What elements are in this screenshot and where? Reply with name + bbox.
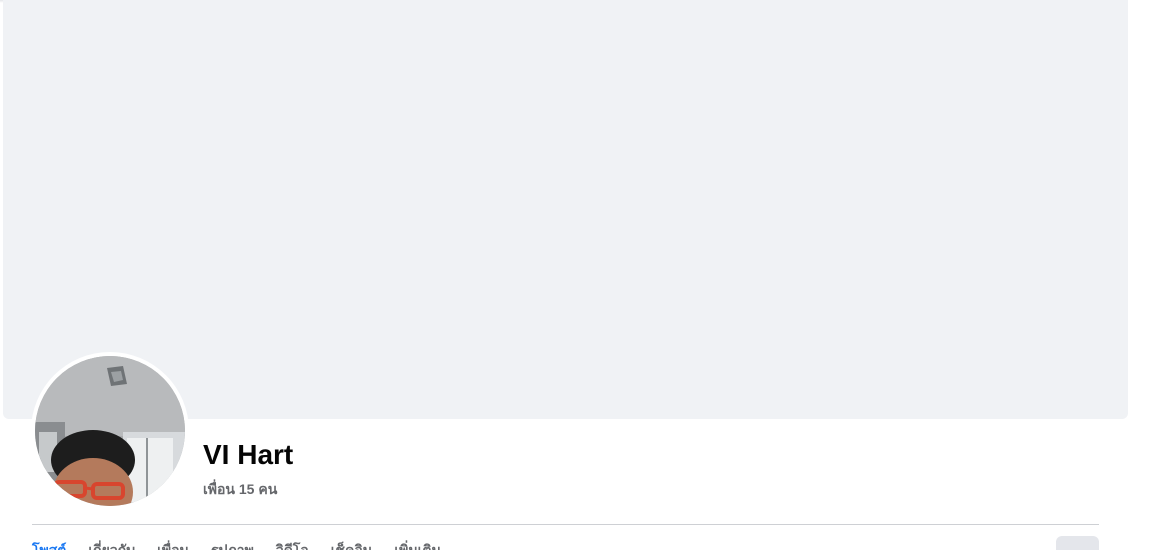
tab-posts[interactable]: โพสต์ [32, 540, 66, 550]
profile-tabs: โพสต์ เกี่ยวกับ เพื่อน รูปภาพ วิดีโอ เช็… [32, 540, 441, 550]
tab-more[interactable]: เพิ่มเติม [394, 540, 440, 550]
tab-photos[interactable]: รูปภาพ [211, 540, 254, 550]
page-right-gutter [1128, 0, 1152, 550]
section-divider [32, 524, 1099, 525]
friend-count[interactable]: เพื่อน 15 คน [203, 479, 277, 501]
profile-page: VI Hart เพื่อน 15 คน โพสต์ เกี่ยวกับ เพื… [0, 0, 1152, 550]
tab-checkins[interactable]: เช็คอิน [331, 540, 373, 550]
avatar-photo [35, 356, 185, 506]
tab-about[interactable]: เกี่ยวกับ [88, 540, 135, 550]
tab-friends[interactable]: เพื่อน [157, 540, 189, 550]
tab-videos[interactable]: วิดีโอ [276, 540, 309, 550]
avatar[interactable] [35, 356, 185, 506]
cover-photo[interactable] [3, 0, 1128, 419]
profile-name: VI Hart [203, 439, 294, 470]
more-options-button[interactable] [1056, 536, 1099, 550]
